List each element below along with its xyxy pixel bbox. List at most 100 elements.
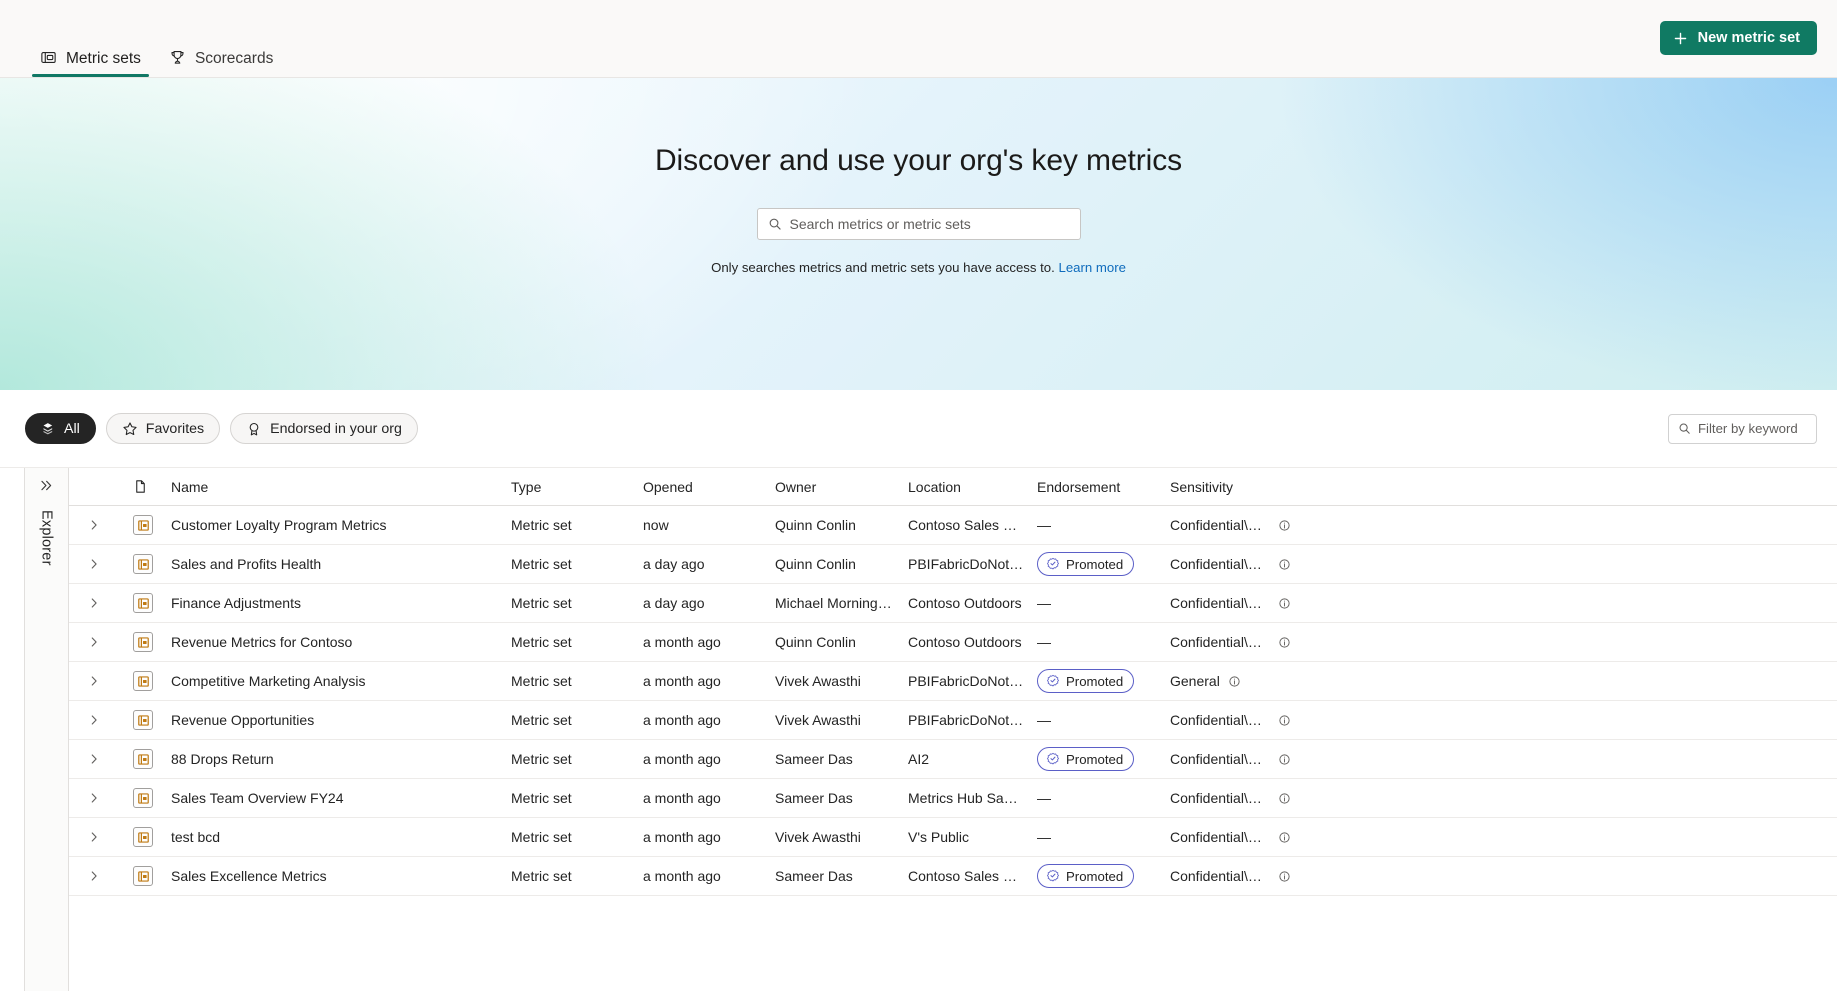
row-location: AI2 xyxy=(908,751,930,767)
status-badge-label: Promoted xyxy=(1066,868,1124,884)
row-opened: a day ago xyxy=(643,556,705,572)
info-icon[interactable] xyxy=(1278,792,1291,805)
status-badge[interactable]: Promoted xyxy=(1037,864,1135,888)
info-icon[interactable] xyxy=(1278,636,1291,649)
row-endorsement: Promoted xyxy=(1037,669,1170,693)
row-endorsement: — xyxy=(1037,517,1170,533)
row-expand-toggle[interactable] xyxy=(85,596,133,610)
row-expand-toggle[interactable] xyxy=(85,869,133,883)
endorsement-none: — xyxy=(1037,595,1051,611)
table-header-row: Name Type Opened Owner Location Endorsem… xyxy=(69,468,1837,506)
keyword-filter-input[interactable] xyxy=(1698,421,1837,436)
row-name[interactable]: 88 Drops Return xyxy=(169,751,511,767)
column-header-name[interactable]: Name xyxy=(169,479,511,495)
row-location: Contoso Sales Dem... xyxy=(908,868,1037,884)
row-location: Contoso Sales Dem... xyxy=(908,517,1037,533)
status-badge-label: Promoted xyxy=(1066,673,1124,689)
search-input[interactable] xyxy=(789,216,1070,232)
info-icon[interactable] xyxy=(1278,870,1291,883)
info-icon[interactable] xyxy=(1278,519,1291,532)
row-sensitivity: Confidential\Mi... xyxy=(1170,556,1837,572)
table-row[interactable]: test bcd Metric set a month ago Vivek Awast… xyxy=(69,818,1837,857)
row-name[interactable]: Sales Excellence Metrics xyxy=(169,868,511,884)
info-icon[interactable] xyxy=(1228,675,1241,688)
table-row[interactable]: Finance Adjustments Metric set a day ago Mi… xyxy=(69,584,1837,623)
row-sensitivity-label: Confidential\Mi... xyxy=(1170,595,1270,611)
row-name[interactable]: Finance Adjustments xyxy=(169,595,511,611)
row-location: V's Public xyxy=(908,829,970,845)
row-type: Metric set xyxy=(511,868,572,884)
row-expand-toggle[interactable] xyxy=(85,791,133,805)
row-opened: a month ago xyxy=(643,829,721,845)
filter-pill-all-label: All xyxy=(64,420,80,437)
column-header-opened[interactable]: Opened xyxy=(643,479,775,495)
row-sensitivity-label: Confidential\Mi... xyxy=(1170,751,1270,767)
filter-pill-endorsed[interactable]: Endorsed in your org xyxy=(230,413,418,444)
row-location: PBIFabricDoNotDelete xyxy=(908,673,1037,689)
status-badge[interactable]: Promoted xyxy=(1037,747,1135,771)
column-header-owner[interactable]: Owner xyxy=(775,479,908,495)
endorsement-none: — xyxy=(1037,790,1051,806)
table-row[interactable]: Sales Team Overview FY24 Metric set a mont… xyxy=(69,779,1837,818)
stack-icon xyxy=(41,421,56,436)
row-name[interactable]: Sales and Profits Health xyxy=(169,556,511,572)
row-name[interactable]: Revenue Opportunities xyxy=(169,712,511,728)
row-expand-toggle[interactable] xyxy=(85,752,133,766)
row-sensitivity-label: Confidential\Mi... xyxy=(1170,868,1270,884)
column-header-type[interactable]: Type xyxy=(511,479,643,495)
info-icon[interactable] xyxy=(1278,597,1291,610)
double-chevron-right-icon[interactable] xyxy=(39,478,54,498)
row-name[interactable]: Sales Team Overview FY24 xyxy=(169,790,511,806)
tab-metric-sets[interactable]: Metric sets xyxy=(26,0,155,77)
row-name[interactable]: Customer Loyalty Program Metrics xyxy=(169,517,511,533)
hero-search-box[interactable] xyxy=(756,208,1081,240)
row-expand-toggle[interactable] xyxy=(85,674,133,688)
row-expand-toggle[interactable] xyxy=(85,635,133,649)
keyword-filter-box[interactable] xyxy=(1668,413,1837,444)
row-name[interactable]: Competitive Marketing Analysis xyxy=(169,673,511,689)
new-metric-set-button[interactable]: New metric set xyxy=(1659,21,1817,55)
endorsement-badge-icon xyxy=(246,421,262,437)
info-icon[interactable] xyxy=(1278,753,1291,766)
learn-more-link[interactable]: Learn more xyxy=(1058,260,1125,275)
table-row[interactable]: Sales Excellence Metrics Metric set a mont… xyxy=(69,857,1837,896)
tab-scorecards[interactable]: Scorecards xyxy=(155,0,287,77)
table-row[interactable]: 88 Drops Return Metric set a month ago Same… xyxy=(69,740,1837,779)
metric-set-item-icon xyxy=(133,515,169,535)
status-badge[interactable]: Promoted xyxy=(1037,669,1135,693)
column-header-endorsement[interactable]: Endorsement xyxy=(1037,479,1170,495)
hero-access-note: Only searches metrics and metric sets yo… xyxy=(711,260,1126,275)
row-owner: Quinn Conlin xyxy=(775,556,856,572)
metric-set-item-icon xyxy=(133,827,169,847)
content-area: Explorer Name Type Opened Owner Location… xyxy=(0,467,1837,991)
filter-pill-favorites[interactable]: Favorites xyxy=(105,413,221,444)
row-expand-toggle[interactable] xyxy=(85,713,133,727)
info-icon[interactable] xyxy=(1278,558,1291,571)
row-name[interactable]: test bcd xyxy=(169,829,511,845)
row-expand-toggle[interactable] xyxy=(85,518,133,532)
table-row[interactable]: Revenue Opportunities Metric set a month a… xyxy=(69,701,1837,740)
column-header-sensitivity[interactable]: Sensitivity xyxy=(1170,479,1837,495)
tab-list: Metric sets Scorecards xyxy=(26,0,287,77)
row-expand-toggle[interactable] xyxy=(85,830,133,844)
new-metric-set-label: New metric set xyxy=(1697,30,1800,46)
table-row[interactable]: Revenue Metrics for Contoso Metric set a m… xyxy=(69,623,1837,662)
top-navigation-bar: Metric sets Scorecards New metric set xyxy=(0,0,1837,78)
row-endorsement: — xyxy=(1037,712,1170,728)
row-sensitivity-label: Confidential\Mi... xyxy=(1170,517,1270,533)
row-endorsement: Promoted xyxy=(1037,747,1170,771)
filter-pill-all[interactable]: All xyxy=(25,413,96,444)
info-icon[interactable] xyxy=(1278,714,1291,727)
table-row[interactable]: Customer Loyalty Program Metrics Metric s… xyxy=(69,506,1837,545)
explorer-panel-collapsed[interactable]: Explorer xyxy=(24,468,69,991)
row-expand-toggle[interactable] xyxy=(85,557,133,571)
table-row[interactable]: Sales and Profits Health Metric set a day … xyxy=(69,545,1837,584)
info-icon[interactable] xyxy=(1278,831,1291,844)
table-row[interactable]: Competitive Marketing Analysis Metric set… xyxy=(69,662,1837,701)
row-name[interactable]: Revenue Metrics for Contoso xyxy=(169,634,511,650)
row-sensitivity: Confidential\Mi... xyxy=(1170,712,1837,728)
column-header-location[interactable]: Location xyxy=(908,479,1037,495)
search-icon xyxy=(1678,422,1691,435)
row-owner: Michael Morningstar xyxy=(775,595,902,611)
status-badge[interactable]: Promoted xyxy=(1037,552,1135,576)
